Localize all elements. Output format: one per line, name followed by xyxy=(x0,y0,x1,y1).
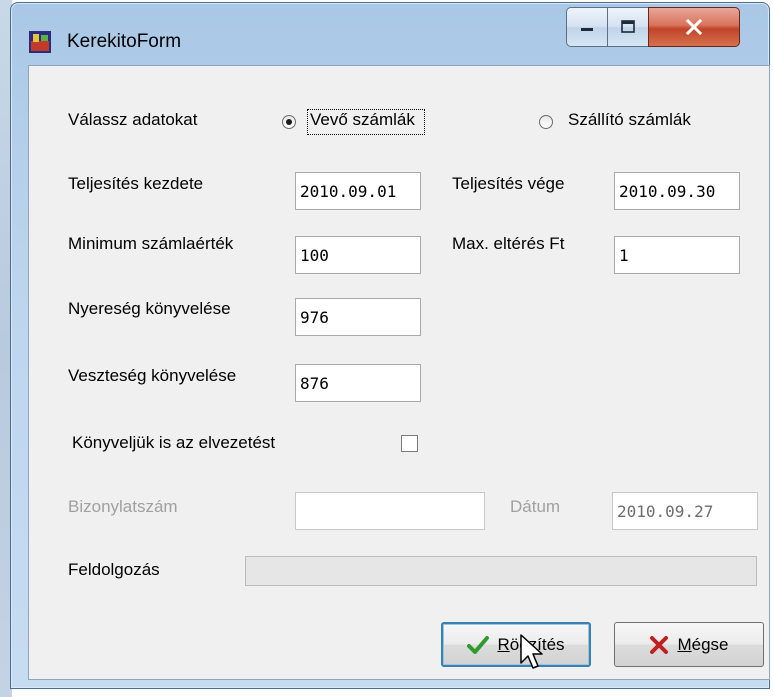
label-nyereseg-konyvelese: Nyereség könyvelése xyxy=(68,299,231,318)
checkbox-konyveljuk-elvezetest[interactable] xyxy=(401,435,418,452)
input-teljesites-kezdete[interactable]: 2010.09.01 xyxy=(295,172,421,210)
label-veszteseg-konyvelese: Veszteség könyvelése xyxy=(68,366,237,385)
label-teljesites-kezdete: Teljesítés kezdete xyxy=(68,174,204,193)
selection-label: Válassz adatokat xyxy=(68,110,198,129)
label-konyveljuk-elvezetest: Könyveljük is az elvezetést xyxy=(72,433,276,452)
input-bizonylatszam[interactable] xyxy=(295,492,485,530)
label-feldolgozas: Feldolgozás xyxy=(68,560,160,579)
app-icon xyxy=(29,31,51,53)
close-icon xyxy=(685,19,703,35)
cancel-button-label: Mégse xyxy=(677,634,729,654)
title-bar[interactable]: KerekitoForm xyxy=(11,3,769,65)
input-minimum-szamlaertek[interactable]: 100 xyxy=(295,236,421,274)
save-button[interactable]: Rögzítés xyxy=(441,622,591,667)
input-max-elteres[interactable]: 1 xyxy=(614,236,740,274)
checkmark-icon xyxy=(467,635,490,654)
label-teljesites-vege: Teljesítés vége xyxy=(452,174,565,193)
label-datum: Dátum xyxy=(510,497,561,516)
label-minimum-szamlaertek: Minimum számlaérték xyxy=(68,234,234,253)
minimize-button[interactable] xyxy=(566,7,608,47)
input-veszteseg-konyvelese[interactable]: 876 xyxy=(295,364,421,402)
dialog-window: KerekitoForm Válassz adatokat Vevő száml… xyxy=(10,2,770,689)
label-max-elteres: Max. eltérés Ft xyxy=(452,234,565,253)
radio-vevo-szamlak[interactable] xyxy=(282,115,296,129)
maximize-button[interactable] xyxy=(607,7,649,47)
cancel-button[interactable]: Mégse xyxy=(614,622,764,667)
focus-rectangle xyxy=(307,109,425,135)
maximize-icon xyxy=(621,20,635,33)
minimize-icon xyxy=(581,28,593,31)
close-button[interactable] xyxy=(648,7,740,47)
label-bizonylatszam: Bizonylatszám xyxy=(68,497,178,516)
progress-bar-feldolgozas xyxy=(245,556,757,586)
mouse-pointer-icon xyxy=(520,634,543,669)
x-mark-icon xyxy=(650,635,669,654)
radio-szallito-szamlak[interactable] xyxy=(539,115,553,129)
window-title: KerekitoForm xyxy=(67,31,182,52)
radio-label-szallito-szamlak[interactable]: Szállító számlák xyxy=(568,110,691,130)
input-nyereseg-konyvelese[interactable]: 976 xyxy=(295,298,421,336)
input-datum[interactable]: 2010.09.27 xyxy=(612,492,758,530)
client-area: Válassz adatokat Vevő számlák Szállító s… xyxy=(28,65,770,680)
radio-selected-dot xyxy=(286,119,292,125)
input-teljesites-vege[interactable]: 2010.09.30 xyxy=(614,172,740,210)
